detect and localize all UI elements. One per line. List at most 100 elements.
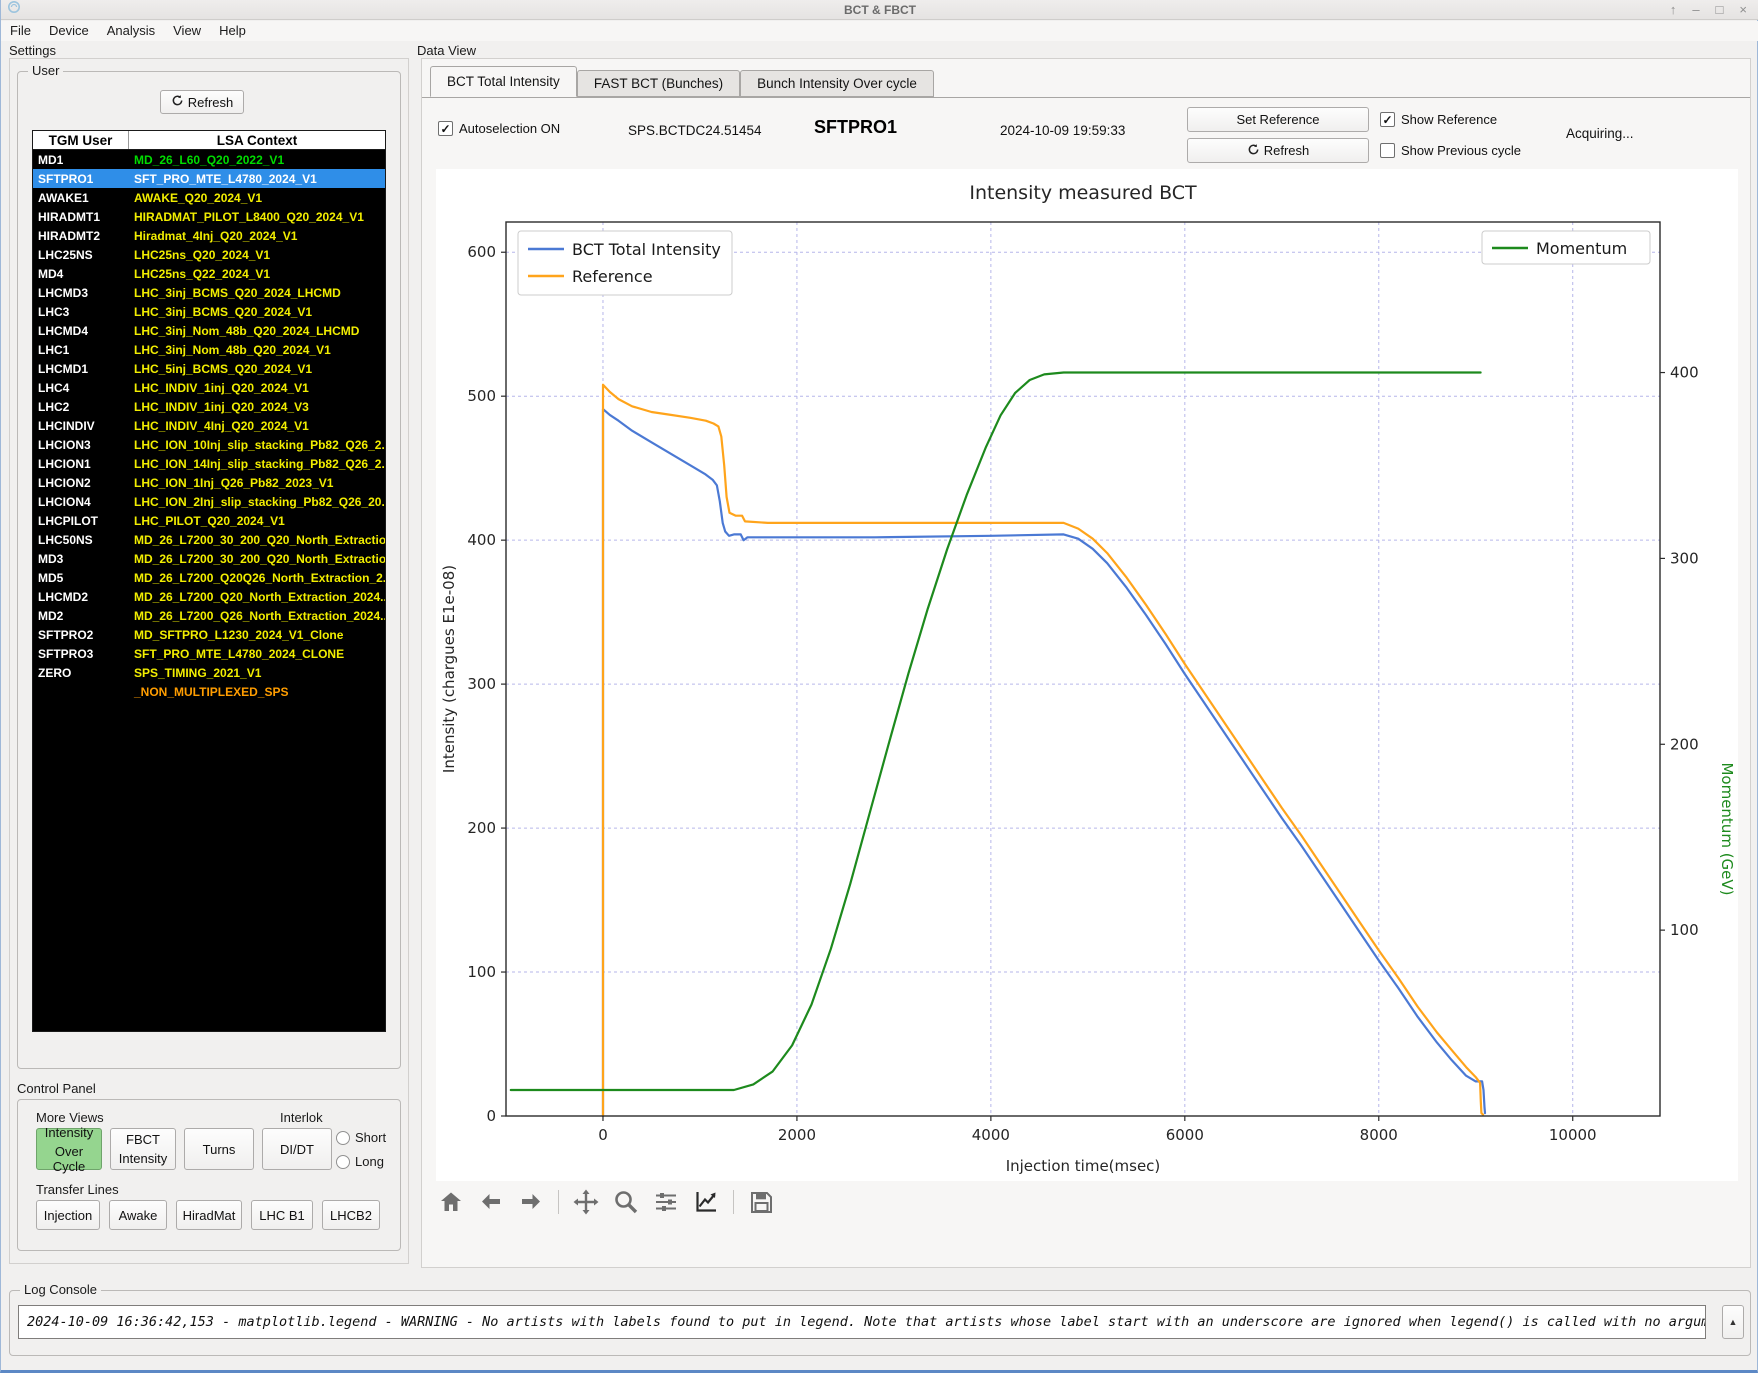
table-row[interactable]: AWAKE1 AWAKE_Q20_2024_V1: [33, 188, 385, 207]
table-row[interactable]: HIRADMT2 Hiradmat_4Inj_Q20_2024_V1: [33, 226, 385, 245]
lsa-context-cell: LHC_3inj_BCMS_Q20_2024_V1: [134, 304, 313, 319]
autoselection-checkbox[interactable]: ✓ Autoselection ON: [438, 121, 560, 136]
pan-icon[interactable]: [573, 1189, 599, 1215]
radio-short[interactable]: Short: [336, 1130, 386, 1145]
transfer-button-injection[interactable]: Injection: [36, 1200, 100, 1230]
table-row[interactable]: MD3 MD_26_L7200_30_200_Q20_North_Extracti…: [33, 549, 385, 568]
table-row[interactable]: MD1 MD_26_L60_Q20_2022_V1: [33, 150, 385, 169]
tgm-user-cell: LHCION4: [38, 494, 91, 509]
lsa-context-cell: LHC_3inj_Nom_48b_Q20_2024_LHCMD: [134, 323, 360, 338]
table-row[interactable]: MD2 MD_26_L7200_Q26_North_Extraction_2024…: [33, 606, 385, 625]
table-row[interactable]: LHCMD3 LHC_3inj_BCMS_Q20_2024_LHCMD: [33, 283, 385, 302]
transfer-button-awake[interactable]: Awake: [109, 1200, 167, 1230]
autoselection-checkbox-box[interactable]: ✓: [438, 121, 453, 136]
table-row[interactable]: MD5 MD_26_L7200_Q20Q26_North_Extraction_2…: [33, 568, 385, 587]
tab-bunch-intensity-over-cycle[interactable]: Bunch Intensity Over cycle: [740, 70, 934, 97]
table-row[interactable]: LHCION1 LHC_ION_14Inj_slip_stacking_Pb82_…: [33, 454, 385, 473]
lsa-context-cell: MD_26_L7200_Q26_North_Extraction_2024...: [134, 608, 385, 623]
radio-circle[interactable]: [336, 1130, 350, 1145]
table-row[interactable]: MD4 LHC25ns_Q22_2024_V1: [33, 264, 385, 283]
table-row[interactable]: SFTPRO2 MD_SFTPRO_L1230_2024_V1_Clone: [33, 625, 385, 644]
table-row[interactable]: LHC2 LHC_INDIV_1inj_Q20_2024_V3: [33, 397, 385, 416]
dataview-section-label: Data View: [417, 43, 477, 58]
lsa-context-cell: LHC_INDIV_1inj_Q20_2024_V1: [134, 380, 309, 395]
transfer-button-lhcb2[interactable]: LHCB2: [322, 1200, 380, 1230]
menu-help[interactable]: Help: [210, 21, 255, 41]
lsa-context-cell: MD_26_L7200_30_200_Q20_North_Extractio..…: [134, 551, 385, 566]
tgm-user-cell: LHCMD4: [38, 323, 88, 338]
interlok-label: Interlok: [280, 1110, 323, 1125]
log-scroll-up-button[interactable]: ▲: [1722, 1305, 1744, 1339]
table-row[interactable]: ZERO SPS_TIMING_2021_V1: [33, 663, 385, 682]
table-row[interactable]: SFTPRO1 SFT_PRO_MTE_L4780_2024_V1: [33, 169, 385, 188]
view-button-intensity-over-cycle[interactable]: Intensity Over Cycle: [36, 1125, 102, 1174]
tgm-user-cell: LHC2: [38, 399, 70, 414]
x-tick-label: 2000: [778, 1126, 816, 1144]
radio-circle[interactable]: [336, 1154, 350, 1169]
set-reference-button[interactable]: Set Reference: [1187, 107, 1369, 132]
show-reference-label: Show Reference: [1401, 112, 1498, 127]
show-reference-checkbox-box[interactable]: ✓: [1380, 112, 1395, 127]
y-tick-label-right: 200: [1670, 735, 1699, 753]
radio-label: Short: [355, 1130, 387, 1145]
table-row[interactable]: LHC25NS LHC25ns_Q20_2024_V1: [33, 245, 385, 264]
table-row[interactable]: LHC4 LHC_INDIV_1inj_Q20_2024_V1: [33, 378, 385, 397]
table-row[interactable]: LHCMD2 MD_26_L7200_Q20_North_Extraction_2…: [33, 587, 385, 606]
transfer-button-lhc-b1[interactable]: LHC B1: [251, 1200, 313, 1230]
minimize-icon[interactable]: –: [1692, 0, 1699, 20]
show-previous-checkbox-box[interactable]: ✓: [1380, 143, 1395, 158]
show-previous-checkbox[interactable]: ✓ Show Previous cycle: [1380, 143, 1521, 158]
table-row[interactable]: LHC3 LHC_3inj_BCMS_Q20_2024_V1: [33, 302, 385, 321]
show-reference-checkbox[interactable]: ✓ Show Reference: [1380, 112, 1497, 127]
tgm-user-cell: MD5: [38, 570, 64, 585]
view-button-di-dt[interactable]: DI/DT: [262, 1128, 332, 1170]
table-row[interactable]: LHC1 LHC_3inj_Nom_48b_Q20_2024_V1: [33, 340, 385, 359]
y-tick-label-left: 0: [486, 1107, 496, 1125]
legend-entry: Momentum: [1536, 239, 1627, 258]
table-row[interactable]: LHCMD4 LHC_3inj_Nom_48b_Q20_2024_LHCMD: [33, 321, 385, 340]
user-refresh-button[interactable]: Refresh: [160, 90, 244, 114]
save-icon[interactable]: [748, 1189, 774, 1215]
log-console-field[interactable]: 2024-10-09 16:36:42,153 - matplotlib.leg…: [18, 1305, 1706, 1339]
lsa-context-cell: LHC_3inj_Nom_48b_Q20_2024_V1: [134, 342, 331, 357]
table-row[interactable]: LHCPILOT LHC_PILOT_Q20_2024_V1: [33, 511, 385, 530]
customize-icon[interactable]: [693, 1189, 719, 1215]
tab-bct-total-intensity[interactable]: BCT Total Intensity: [430, 66, 577, 97]
table-row[interactable]: HIRADMT1 HIRADMAT_PILOT_L8400_Q20_2024_V1: [33, 207, 385, 226]
log-console-group: Log Console 2024-10-09 16:36:42,153 - ma…: [9, 1282, 1751, 1356]
menu-view[interactable]: View: [164, 21, 210, 41]
table-body: MD1 MD_26_L60_Q20_2022_V1 SFTPRO1 SFT_PRO_M…: [32, 150, 386, 1032]
control-panel-box: More Views Interlok Intensity Over Cycle F…: [17, 1099, 401, 1251]
menu-device[interactable]: Device: [40, 21, 98, 41]
table-row[interactable]: LHC50NS MD_26_L7200_30_200_Q20_North_Extr…: [33, 530, 385, 549]
table-row[interactable]: LHCION4 LHC_ION_2Inj_slip_stacking_Pb82_Q…: [33, 492, 385, 511]
table-row[interactable]: LHCINDIV LHC_INDIV_4Inj_Q20_2024_V1: [33, 416, 385, 435]
lsa-context-cell: LHC_INDIV_1inj_Q20_2024_V3: [134, 399, 309, 414]
tab-fast-bct-bunches-[interactable]: FAST BCT (Bunches): [576, 70, 741, 97]
back-icon[interactable]: [478, 1189, 504, 1215]
restore-up-icon[interactable]: ↑: [1670, 0, 1677, 20]
menu-file[interactable]: File: [1, 21, 40, 41]
table-row[interactable]: LHCMD1 LHC_5inj_BCMS_Q20_2024_V1: [33, 359, 385, 378]
tgm-user-cell: MD1: [38, 152, 64, 167]
zoom-icon[interactable]: [613, 1189, 639, 1215]
table-row[interactable]: LHCION2 LHC_ION_1Inj_Q26_Pb82_2023_V1: [33, 473, 385, 492]
subplots-icon[interactable]: [653, 1189, 679, 1215]
transfer-button-hiradmat[interactable]: HiradMat: [176, 1200, 242, 1230]
forward-icon[interactable]: [518, 1189, 544, 1215]
view-button-turns[interactable]: Turns: [184, 1128, 254, 1170]
home-icon[interactable]: [438, 1189, 464, 1215]
maximize-icon[interactable]: □: [1716, 0, 1724, 20]
table-row[interactable]: LHCION3 LHC_ION_10Inj_slip_stacking_Pb82_…: [33, 435, 385, 454]
view-button-fbct-intensity[interactable]: FBCT Intensity: [110, 1128, 176, 1170]
close-icon[interactable]: ×: [1739, 0, 1747, 20]
table-row[interactable]: _NON_MULTIPLEXED_SPS: [33, 682, 385, 701]
y-tick-label-left: 400: [467, 531, 496, 549]
table-row[interactable]: SFTPRO3 SFT_PRO_MTE_L4780_2024_CLONE: [33, 644, 385, 663]
menu-analysis[interactable]: Analysis: [98, 21, 164, 41]
lsa-context-cell: _NON_MULTIPLEXED_SPS: [134, 684, 289, 699]
lsa-context-cell: LHC25ns_Q22_2024_V1: [134, 266, 271, 281]
radio-long[interactable]: Long: [336, 1154, 386, 1169]
dataview-refresh-button[interactable]: Refresh: [1187, 138, 1369, 163]
x-tick-label: 0: [598, 1126, 608, 1144]
